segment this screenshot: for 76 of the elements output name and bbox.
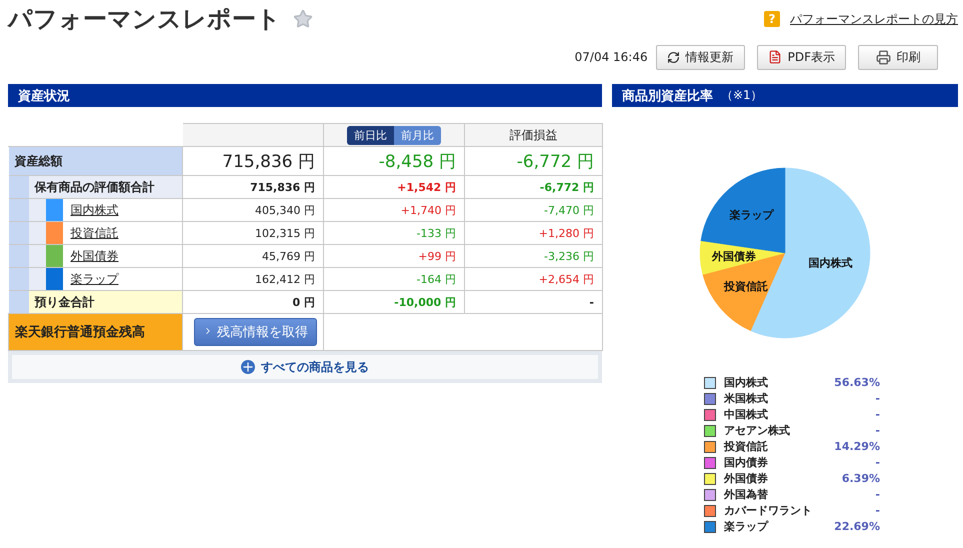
indent-strip: [8, 245, 28, 267]
amount-value: -133 円: [416, 226, 456, 240]
amount-value: +1,280 円: [538, 226, 594, 240]
amount-value: -3,236 円: [544, 250, 594, 262]
pdf-icon: [768, 50, 782, 64]
legend-label: 外国債券: [724, 471, 769, 487]
row-label: 預り金合計: [34, 294, 94, 310]
indent-strip: [8, 268, 28, 290]
indent-strip: [28, 268, 46, 290]
slice-label: 国内株式: [808, 256, 853, 270]
help-link[interactable]: パフォーマンスレポートの見方: [790, 10, 958, 28]
amount-value: -7,470 円: [544, 204, 594, 216]
indent-strip: [8, 222, 28, 244]
slice-label: 投資信託: [724, 280, 768, 294]
legend-label: アセアン株式: [724, 423, 791, 439]
indent-strip: [28, 245, 46, 267]
show-all-button[interactable]: すべての商品を見る: [12, 355, 598, 379]
indent-strip: [8, 291, 28, 313]
amount-value: -8,458 円: [378, 152, 456, 172]
section-title: 資産状況: [18, 88, 70, 104]
toolbar-button[interactable]: 情報更新: [656, 44, 745, 70]
legend-value: -: [874, 503, 880, 519]
bank-label: 楽天銀行普通預金残高: [8, 314, 182, 350]
toolbar-button[interactable]: PDF表示: [756, 44, 846, 70]
amount-value: 102,315 円: [255, 226, 315, 240]
timestamp: 07/04 16:46: [574, 50, 648, 64]
legend-value: -: [874, 423, 880, 439]
legend-label: 楽ラップ: [724, 519, 770, 535]
printer-icon: [876, 50, 890, 64]
toolbar-button[interactable]: 印刷: [858, 44, 938, 70]
amount-value: -6,772 円: [516, 152, 594, 172]
legend-label: 中国株式: [724, 407, 769, 423]
plus-icon: [241, 360, 255, 374]
amount-value: +99 円: [418, 250, 456, 262]
column-header: 評価損益: [510, 128, 558, 142]
amount-value: 715,836 円: [250, 180, 315, 194]
amount-value: 45,769 円: [262, 250, 315, 262]
page-title: パフォーマンスレポート: [8, 4, 281, 35]
legend-value: 56.63%: [833, 375, 880, 391]
legend-value: 6.39%: [840, 471, 880, 487]
star-icon[interactable]: [293, 9, 313, 29]
legend-label: 国内株式: [724, 375, 769, 391]
amount-value: -6,772 円: [540, 180, 594, 194]
legend-value: -: [874, 455, 880, 471]
amount-value: 715,836 円: [222, 152, 315, 172]
legend-label: 国内債券: [724, 455, 769, 471]
amount-value: -10,000 円: [394, 296, 456, 308]
row-label: 保有商品の評価額合計: [34, 178, 154, 196]
comparison-tab[interactable]: 前月比: [394, 126, 441, 144]
legend-label: 投資信託: [724, 439, 769, 455]
amount-value: 405,340 円: [255, 204, 315, 216]
slice-label: 楽ラップ: [730, 208, 774, 222]
get-balance-button[interactable]: 残高情報を取得: [194, 318, 317, 346]
amount-value: -: [589, 296, 594, 309]
amount-value: 0 円: [292, 296, 315, 308]
legend-value: -: [874, 487, 880, 503]
section-title: 商品別資産比率: [622, 88, 713, 104]
amount-value: +1,740 円: [400, 204, 456, 216]
legend-label: 外国為替: [724, 487, 769, 503]
legend-value: -: [874, 391, 880, 407]
amount-value: 162,412 円: [255, 272, 315, 286]
amount-value: -164 円: [416, 272, 456, 286]
legend-label: 米国株式: [724, 391, 769, 407]
legend-value: 22.69%: [833, 519, 880, 535]
amount-value: +2,654 円: [538, 272, 594, 286]
row-label: 資産総額: [14, 152, 62, 170]
indent-strip: [28, 222, 46, 244]
legend-value: -: [874, 407, 880, 423]
indent-strip: [8, 199, 28, 221]
footnote-mark: （※1）: [721, 87, 763, 104]
amount-value: +1,542 円: [397, 180, 456, 194]
slice-label: 外国債券: [712, 250, 756, 263]
legend-label: カバードワラント: [724, 503, 813, 519]
refresh-icon: [666, 50, 680, 64]
comparison-tab[interactable]: 前日比: [347, 126, 394, 144]
legend-value: 14.29%: [833, 439, 880, 455]
